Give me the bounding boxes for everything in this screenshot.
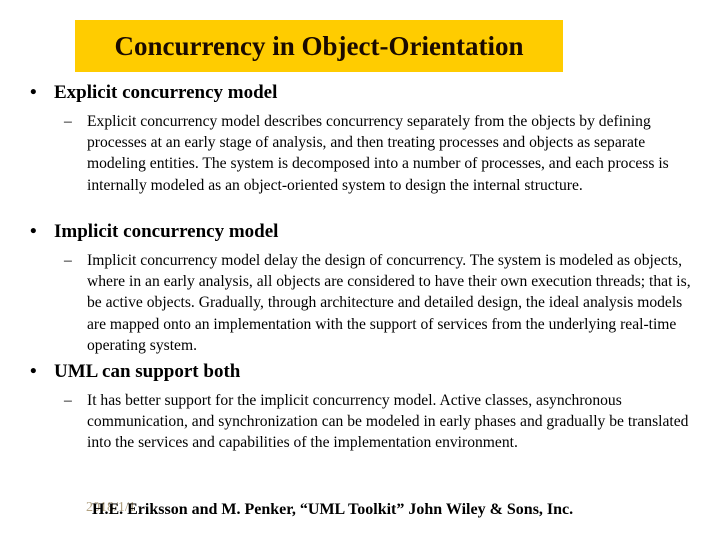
title-band: Concurrency in Object-Orientation: [75, 20, 563, 72]
bullet-label: Explicit concurrency model: [54, 82, 278, 103]
subitem-explicit: – Explicit concurrency model describes c…: [64, 111, 704, 196]
subitem-uml: – It has better support for the implicit…: [64, 390, 704, 454]
subitem-text: Implicit concurrency model delay the des…: [87, 252, 691, 354]
bullet-label: Implicit concurrency model: [54, 221, 279, 242]
subitem-text: Explicit concurrency model describes con…: [87, 113, 669, 194]
bullet-icon: •: [30, 361, 37, 382]
bullet-icon: •: [30, 82, 37, 103]
citation: H.E. Eriksson and M. Penker, “UML Toolki…: [92, 501, 574, 518]
subitem-text: It has better support for the implicit c…: [87, 392, 689, 452]
dash-icon: –: [64, 392, 72, 409]
slide-title: Concurrency in Object-Orientation: [114, 30, 524, 61]
dash-icon: –: [64, 113, 72, 130]
bullet-label: UML can support both: [54, 361, 241, 382]
bullet-icon: •: [30, 221, 37, 242]
subitem-implicit: – Implicit concurrency model delay the d…: [64, 250, 704, 356]
dash-icon: –: [64, 252, 72, 269]
